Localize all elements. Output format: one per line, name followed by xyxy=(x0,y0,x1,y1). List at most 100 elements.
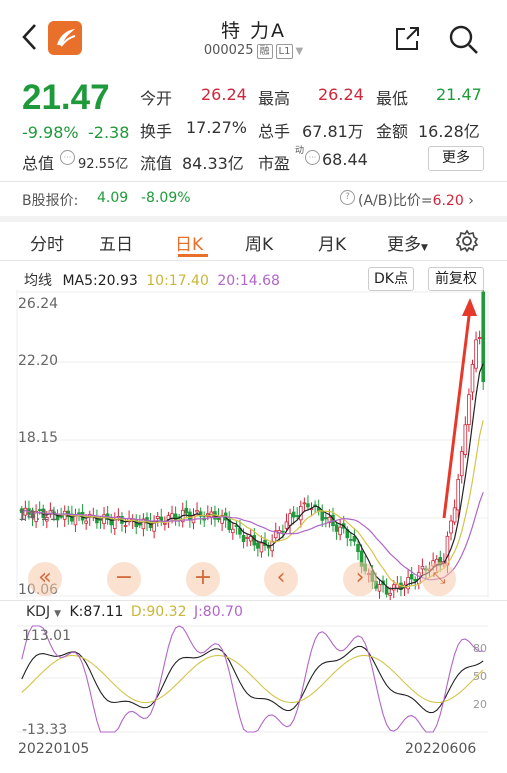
stock-name: 特 力A xyxy=(220,20,287,42)
candle-body xyxy=(306,503,310,508)
candle-body xyxy=(452,507,457,523)
candle-body xyxy=(163,522,167,525)
settings-icon[interactable] xyxy=(455,229,479,253)
candle-body xyxy=(281,530,285,533)
step-left-icon[interactable]: ‹ xyxy=(264,562,298,596)
candle-body xyxy=(77,512,81,515)
pe-info-icon[interactable]: ··· xyxy=(305,150,320,165)
kdj-k-line xyxy=(21,645,484,714)
info-icon[interactable]: ··· xyxy=(60,150,75,165)
tab-five-day[interactable]: 五日 xyxy=(99,230,133,255)
kdj-axis-top: 113.01 xyxy=(22,628,71,644)
mktcap-value: 92.55亿 xyxy=(78,157,129,172)
candle-body xyxy=(459,451,464,477)
high-label: 最高 xyxy=(258,89,291,108)
candle-body xyxy=(467,394,471,426)
section-gap xyxy=(0,216,507,222)
ab-ratio-value: 6.20 xyxy=(432,193,464,209)
ab-ratio-row[interactable]: (A/B)比价=6.20 › xyxy=(358,190,474,210)
candle-body xyxy=(288,513,292,526)
active-tab-indicator xyxy=(178,254,208,257)
mktcap-label: 总值 xyxy=(22,154,55,173)
divider xyxy=(0,260,507,261)
candle-body xyxy=(231,528,235,534)
candle-body xyxy=(324,517,328,520)
candle-body xyxy=(84,520,88,524)
tab-month-k[interactable]: 月K xyxy=(318,230,346,255)
candle-body xyxy=(456,479,460,511)
candle-body xyxy=(59,515,63,518)
dk-point-button[interactable]: DK点 xyxy=(368,267,414,291)
scroll-left-icon[interactable]: « xyxy=(28,562,62,596)
tab-more[interactable]: 更多▼ xyxy=(387,230,428,255)
tab-minute[interactable]: 分时 xyxy=(30,230,64,255)
candle-body xyxy=(298,505,303,521)
tab-week-k[interactable]: 周K xyxy=(245,230,273,255)
more-button[interactable]: 更多 xyxy=(428,146,484,171)
margin-tag: 融 xyxy=(256,44,273,59)
low-label: 最低 xyxy=(376,89,409,108)
period-tabs: 分时 五日 日K 周K 月K 更多▼ xyxy=(0,226,507,258)
stock-code-row: 000025 融 L1 ▼ xyxy=(0,43,507,59)
step-right-icon[interactable]: › xyxy=(343,562,377,596)
price-axis-4: 14.11 xyxy=(18,508,59,524)
candle-body xyxy=(449,520,453,534)
kdj-k-value: K:87.11 xyxy=(69,604,124,620)
search-icon[interactable] xyxy=(448,24,480,56)
candle-body xyxy=(270,541,274,552)
candle-body xyxy=(123,525,128,527)
divider xyxy=(0,181,507,182)
candle-body xyxy=(470,364,475,393)
change-amount: -2.38 xyxy=(88,123,130,142)
ab-ratio-label: (A/B)比价= xyxy=(358,193,433,209)
kdj-dropdown-icon[interactable]: ▼ xyxy=(54,609,61,619)
kdj-level-50: 50 xyxy=(473,670,487,683)
candle-body xyxy=(241,535,246,543)
open-label: 今开 xyxy=(140,89,173,108)
kdj-axis-bottom: -13.33 xyxy=(22,722,68,738)
pe-label: 市盈 xyxy=(258,154,291,173)
fullscreen-icon[interactable]: ⤡ xyxy=(422,562,456,596)
candle-body xyxy=(256,542,260,549)
kline-chart[interactable] xyxy=(0,290,507,600)
ma-label: 均线 xyxy=(24,273,52,289)
candle-body xyxy=(388,592,393,596)
tab-more-label: 更多 xyxy=(387,235,421,255)
price-axis-top: 26.24 xyxy=(18,296,59,312)
candle-body xyxy=(477,337,482,339)
kdj-d-value: D:90.32 xyxy=(130,604,187,620)
float-value: 84.33亿 xyxy=(182,154,244,173)
kdj-level-80: 80 xyxy=(473,642,487,655)
high-value: 26.24 xyxy=(318,85,364,104)
zoom-out-icon[interactable]: − xyxy=(107,562,141,596)
volume-label: 总手 xyxy=(258,122,291,141)
tab-day-k[interactable]: 日K xyxy=(175,230,203,255)
ma5-value: MA5:20.93 xyxy=(62,273,138,289)
level-tag: L1 xyxy=(275,44,294,59)
candle-body xyxy=(62,510,67,520)
candle-body xyxy=(349,539,353,541)
chevron-down-icon[interactable]: ▼ xyxy=(295,46,303,57)
candle-body xyxy=(377,584,382,592)
ma20-value: 20:14.68 xyxy=(217,273,280,289)
kdj-label[interactable]: KDJ xyxy=(26,604,50,620)
kdj-level-20: 20 xyxy=(473,698,487,711)
candle-body xyxy=(302,502,307,505)
help-icon[interactable]: ? xyxy=(340,190,355,205)
candle-body xyxy=(420,565,425,570)
zoom-in-icon[interactable]: + xyxy=(186,562,220,596)
adjust-button[interactable]: 前复权 xyxy=(428,267,484,291)
turnover-value: 17.27% xyxy=(186,118,248,137)
share-icon[interactable] xyxy=(393,25,421,53)
date-start: 20220105 xyxy=(18,741,90,757)
candle-body xyxy=(338,526,342,536)
b-share-price: 4.09 xyxy=(97,190,129,206)
volume-value: 67.81万 xyxy=(302,122,364,141)
pe-value: 68.44 xyxy=(322,150,368,169)
change-percent: -9.98% xyxy=(22,123,79,142)
candle-body xyxy=(195,510,199,513)
candle-body xyxy=(259,542,264,553)
kdj-legend: KDJ ▼ K:87.11 D:90.32 J:80.70 xyxy=(26,604,243,620)
price-axis-3: 18.15 xyxy=(18,430,59,446)
kdj-chart[interactable] xyxy=(0,622,507,740)
